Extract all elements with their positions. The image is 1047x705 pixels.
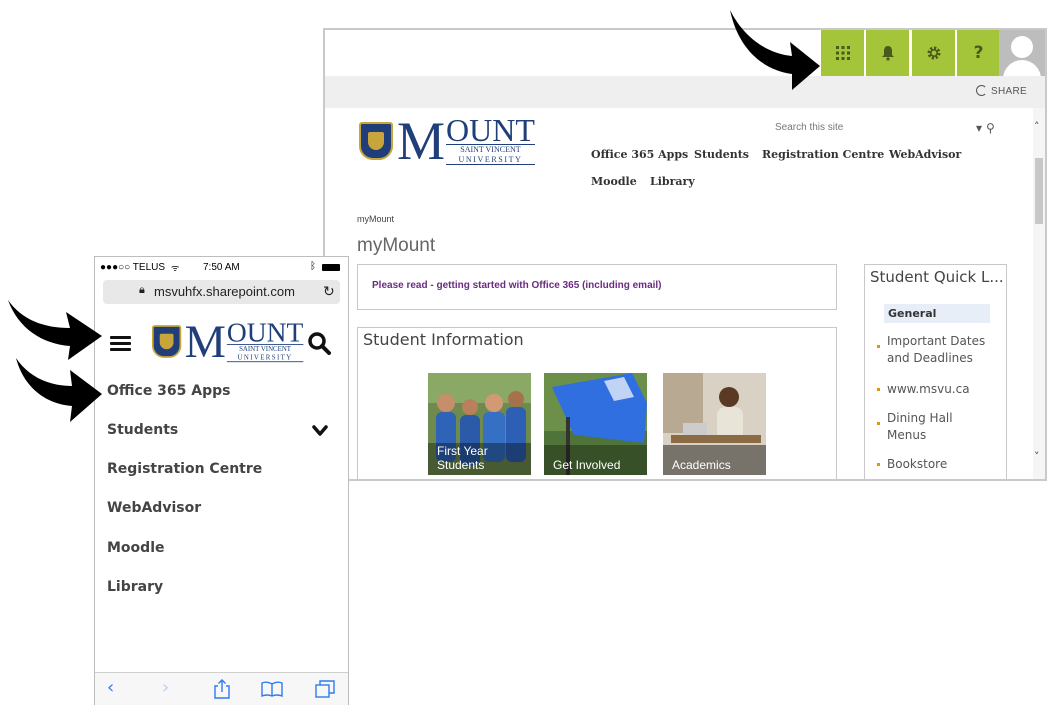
page-scrollbar[interactable]: ˄ ˅ xyxy=(1033,108,1045,479)
page-title: myMount xyxy=(357,235,436,256)
nav-registration-centre[interactable]: Registration Centre xyxy=(762,148,884,161)
reload-icon[interactable]: ↻ xyxy=(323,283,335,300)
quick-link-important-dates[interactable]: Important Dates and Deadlines xyxy=(877,333,985,367)
share-icon[interactable] xyxy=(213,679,231,699)
notice-box: Please read - getting started with Offic… xyxy=(357,264,837,310)
chevron-down-icon[interactable] xyxy=(312,424,328,438)
scroll-down-icon[interactable]: ˅ xyxy=(1034,450,1040,463)
nav-moodle[interactable]: Moodle xyxy=(591,175,637,188)
crest-icon xyxy=(359,121,393,160)
quick-links-title: Student Quick L... xyxy=(870,268,1004,286)
help-button[interactable]: ? xyxy=(957,30,1000,76)
nav-students[interactable]: Students xyxy=(694,148,749,161)
tile-label: Academics xyxy=(672,458,731,472)
desktop-browser-window: ? SHARE M OUNT SAINT VINCENT UNIVERSITY … xyxy=(323,28,1047,481)
notifications-button[interactable] xyxy=(866,30,909,76)
suite-bar: ? xyxy=(325,30,1045,76)
back-icon[interactable]: ‹ xyxy=(107,678,114,698)
tile-label: Get Involved xyxy=(553,458,621,472)
crest-icon xyxy=(152,324,182,358)
nav-library[interactable]: Library xyxy=(650,175,695,188)
status-bar: ●●●○○ TELUS ᯤ 7:50 AM ᛒ xyxy=(95,257,348,277)
logo-letter: M xyxy=(397,110,446,171)
forward-icon[interactable]: › xyxy=(162,678,169,698)
nav-office-365-apps[interactable]: Office 365 Apps xyxy=(591,148,688,161)
quick-link-bookstore[interactable]: Bookstore xyxy=(877,456,947,473)
carrier-label: ●●●○○ TELUS xyxy=(100,262,166,273)
gear-icon xyxy=(927,46,940,60)
clock: 7:50 AM xyxy=(203,262,240,273)
settings-button[interactable] xyxy=(912,30,955,76)
browser-toolbar: ‹ › xyxy=(95,672,348,705)
quick-link-dining-hall[interactable]: Dining Hall Menus xyxy=(877,410,953,444)
mobile-header: M OUNT SAINT VINCENT UNIVERSITY xyxy=(95,317,348,367)
logo-letter: M xyxy=(184,315,226,367)
arrow-pointer-icon xyxy=(730,10,820,90)
quick-links-general-heading: General xyxy=(884,304,990,323)
tabs-icon[interactable] xyxy=(315,680,335,698)
arrow-pointer-icon xyxy=(16,358,102,422)
bluetooth-icon: ᛒ xyxy=(310,261,316,272)
arrow-pointer-icon xyxy=(8,300,102,360)
search-scope-dropdown-icon[interactable]: ▾ xyxy=(976,121,982,135)
getting-started-link[interactable]: Please read - getting started with Offic… xyxy=(372,280,662,291)
tile-label: First Year Students xyxy=(437,444,488,472)
tile-first-year-students[interactable]: First Year Students xyxy=(428,373,531,475)
nav-webadvisor[interactable]: WebAdvisor xyxy=(889,148,961,161)
logo-word: OUNT xyxy=(226,316,304,348)
site-logo[interactable]: M OUNT SAINT VINCENT UNIVERSITY xyxy=(359,110,535,171)
share-icon xyxy=(976,85,988,96)
waffle-icon xyxy=(835,46,850,60)
search-icon[interactable] xyxy=(307,331,331,355)
hamburger-menu-icon[interactable] xyxy=(110,336,131,351)
bookmarks-icon[interactable] xyxy=(261,681,283,697)
mobile-nav-registration-centre[interactable]: Registration Centre xyxy=(107,461,262,477)
student-information-title: Student Information xyxy=(363,330,524,349)
mobile-browser-window: ●●●○○ TELUS ᯤ 7:50 AM ᛒ 🔒︎ msvuhfx.share… xyxy=(94,256,349,705)
wifi-icon: ᯤ xyxy=(171,263,180,273)
quick-link-msvu-website[interactable]: www.msvu.ca xyxy=(877,381,970,398)
tile-get-involved[interactable]: Get Involved xyxy=(544,373,647,475)
logo-word: OUNT xyxy=(446,112,535,148)
url-text: msvuhfx.sharepoint.com xyxy=(154,284,295,299)
share-bar: SHARE xyxy=(325,76,1045,108)
battery-icon xyxy=(322,264,340,271)
avatar[interactable] xyxy=(999,30,1045,76)
share-button[interactable]: SHARE xyxy=(976,85,1027,97)
app-launcher-button[interactable] xyxy=(821,30,864,76)
logo-line1: SAINT VINCENT xyxy=(460,145,521,154)
tile-academics[interactable]: Academics xyxy=(663,373,766,475)
scrollbar-thumb[interactable] xyxy=(1035,158,1043,224)
quick-links-panel: Student Quick L... General Important Dat… xyxy=(864,264,1007,479)
mobile-nav-webadvisor[interactable]: WebAdvisor xyxy=(107,500,201,516)
mobile-nav-moodle[interactable]: Moodle xyxy=(107,540,164,556)
lock-icon: 🔒︎ xyxy=(139,284,145,296)
address-bar[interactable]: 🔒︎ msvuhfx.sharepoint.com ↻ xyxy=(103,280,340,304)
logo-line1: SAINT VINCENT xyxy=(239,344,292,353)
breadcrumb[interactable]: myMount xyxy=(357,214,394,224)
site-search-input[interactable]: Search this site xyxy=(775,122,843,133)
search-icon[interactable]: ⚲ xyxy=(986,121,995,135)
logo-line2: UNIVERSITY xyxy=(446,155,535,165)
mobile-nav-students[interactable]: Students xyxy=(107,422,178,438)
mobile-nav-office-365-apps[interactable]: Office 365 Apps xyxy=(107,383,231,399)
scroll-up-icon[interactable]: ˄ xyxy=(1034,120,1040,133)
logo-line2: UNIVERSITY xyxy=(226,354,304,363)
mobile-site-logo[interactable]: M OUNT SAINT VINCENT UNIVERSITY xyxy=(152,315,304,367)
mobile-nav-library[interactable]: Library xyxy=(107,579,163,595)
bell-icon xyxy=(881,46,894,61)
help-icon: ? xyxy=(973,43,984,63)
